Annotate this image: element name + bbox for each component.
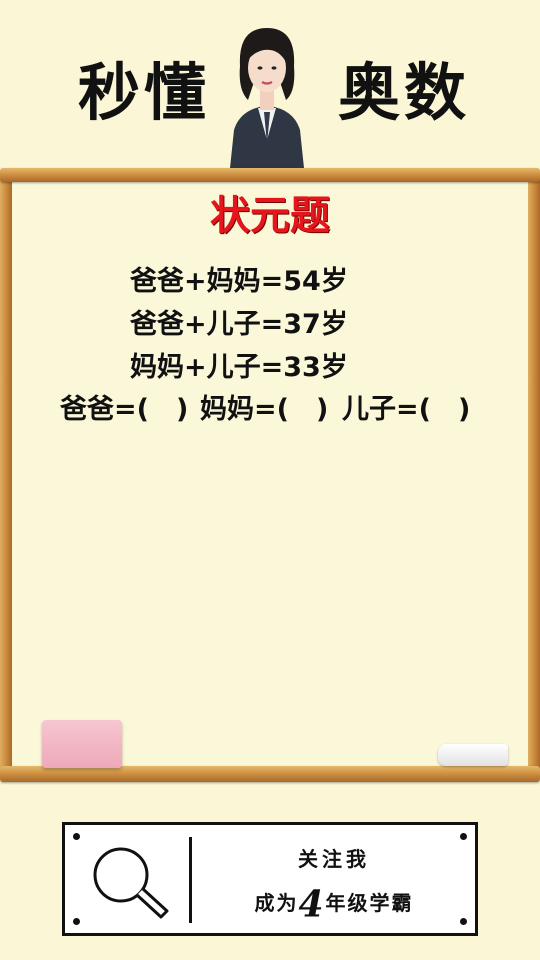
banner-divider	[189, 837, 192, 923]
question-mom: 妈妈=( )	[200, 394, 329, 425]
equation-1: 爸爸+妈妈=54岁	[130, 266, 348, 297]
eraser-icon	[42, 720, 122, 768]
chalkboard	[0, 168, 540, 798]
tagline-after: 年级学霸	[325, 891, 414, 915]
follow-text: 关注我	[298, 847, 370, 871]
header-title-left: 秒懂	[78, 56, 211, 129]
tagline: 成为4年级学霸	[193, 885, 475, 923]
corner-dot	[73, 918, 80, 925]
follow-banner[interactable]: 关注我 成为4年级学霸	[62, 822, 478, 936]
presenter-icon	[230, 28, 304, 168]
chalk-icon	[438, 744, 508, 766]
header-title-right: 奥数	[338, 56, 471, 129]
question-dad: 爸爸=( )	[60, 394, 189, 425]
corner-dot	[460, 833, 467, 840]
corner-dot	[73, 833, 80, 840]
tagline-before: 成为	[254, 891, 299, 915]
question-son: 儿子=( )	[342, 394, 471, 425]
equation-2: 爸爸+儿子=37岁	[130, 309, 348, 340]
frame-top	[0, 168, 540, 182]
frame-left	[0, 176, 12, 774]
grade-number: 4	[298, 883, 326, 926]
frame-bottom	[0, 766, 540, 782]
magnifier-icon	[93, 847, 169, 919]
puzzle-title: 状元题	[210, 193, 330, 239]
equation-3: 妈妈+儿子=33岁	[130, 352, 348, 383]
frame-right	[528, 176, 540, 774]
